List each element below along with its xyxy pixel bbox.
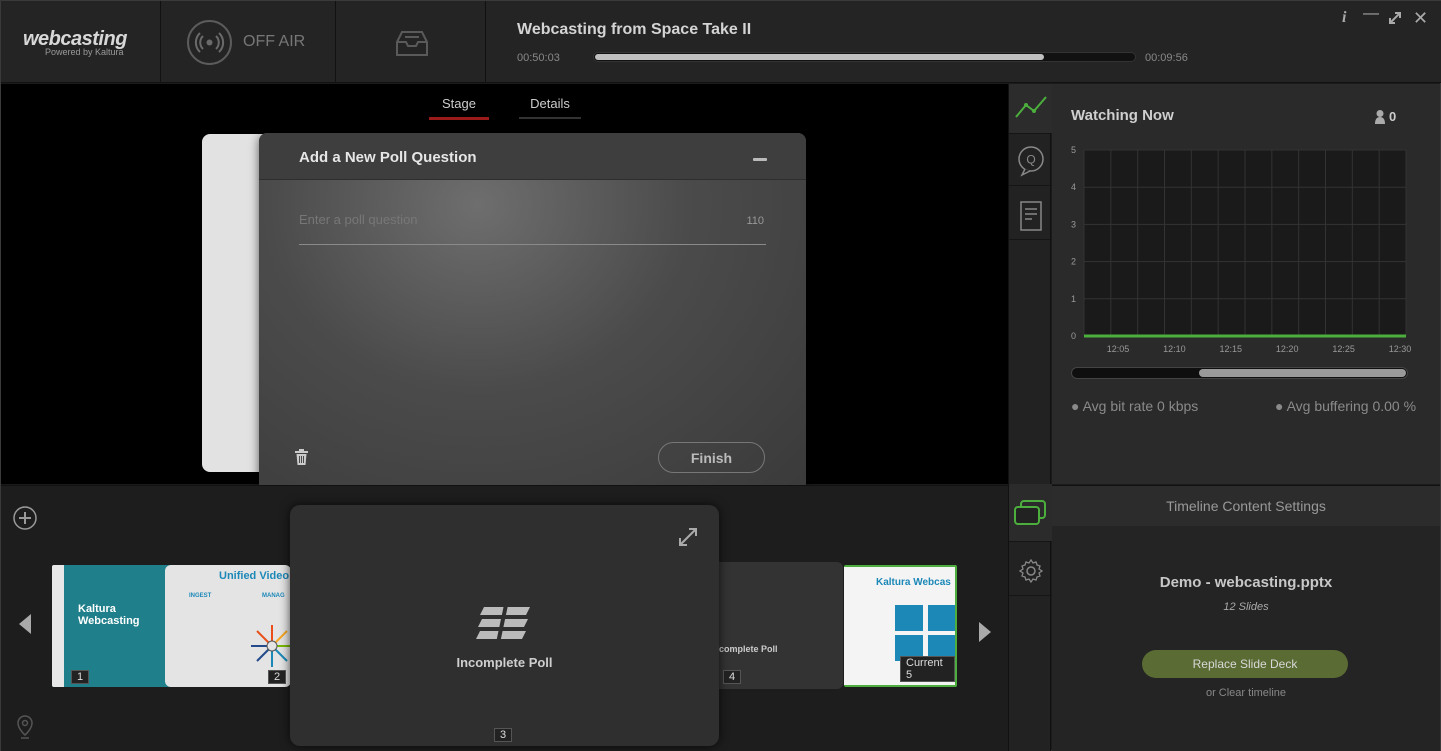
clear-timeline-link[interactable]: or Clear timeline xyxy=(1052,687,1440,699)
chart-x-tick-label: 12:15 xyxy=(1220,344,1243,354)
replace-slide-deck-button[interactable]: Replace Slide Deck xyxy=(1142,650,1348,678)
finish-button[interactable]: Finish xyxy=(658,442,765,473)
info-icon[interactable]: i xyxy=(1342,9,1346,27)
slide-1-title: Kaltura Webcasting xyxy=(78,603,140,627)
slide-4-number: 4 xyxy=(723,670,742,684)
scrollbar-thumb[interactable] xyxy=(1199,369,1406,377)
settings-tab[interactable] xyxy=(1009,544,1052,596)
chart-y-tick-label: 5 xyxy=(1071,145,1076,155)
onair-status: OFF AIR xyxy=(243,33,306,50)
slide-2-title: Unified Video xyxy=(219,570,290,582)
timeline-settings-panel: Timeline Content Settings Demo - webcast… xyxy=(1052,485,1440,751)
timeline-slide-5[interactable]: Kaltura Webcas Current 5 xyxy=(844,565,957,687)
top-bar: webcasting Powered by Kaltura OFF AIR We… xyxy=(1,1,1441,83)
event-title: Webcasting from Space Take II xyxy=(517,21,752,38)
chart-y-tick-label: 1 xyxy=(1071,294,1076,304)
poll-question-field: 110 xyxy=(299,211,766,245)
svg-text:Q: Q xyxy=(1026,153,1035,167)
chart-x-tick-label: 12:25 xyxy=(1332,344,1355,354)
slide-5-current-label: Current 5 xyxy=(900,656,955,682)
poll-icon xyxy=(476,605,530,643)
event-progress-bar xyxy=(593,52,1136,62)
minimize-icon[interactable]: — xyxy=(1363,5,1379,23)
slide-5-title: Kaltura Webcas xyxy=(876,577,951,588)
analytics-tab[interactable] xyxy=(1009,84,1052,134)
logo-subtitle: Powered by Kaltura xyxy=(45,47,124,57)
preview-label: Incomplete Poll xyxy=(456,655,553,670)
slides-icon xyxy=(1014,500,1046,525)
chart-x-tick-label: 12:05 xyxy=(1107,344,1130,354)
elapsed-time: 00:50:03 xyxy=(517,52,560,64)
inbox-icon xyxy=(396,31,428,56)
char-counter: 110 xyxy=(746,215,764,227)
trash-icon[interactable] xyxy=(295,449,308,465)
sunburst-graphic xyxy=(251,625,291,667)
prev-arrow-icon[interactable] xyxy=(17,613,33,635)
side-icon-column: Q xyxy=(1008,84,1052,751)
logo: webcasting Powered by Kaltura xyxy=(1,1,161,83)
location-pin-icon[interactable] xyxy=(16,715,34,739)
slides-tab[interactable] xyxy=(1009,484,1052,542)
qna-icon: Q xyxy=(1018,146,1044,177)
webcasting-app: webcasting Powered by Kaltura OFF AIR We… xyxy=(0,0,1441,751)
poll-title: Add a New Poll Question xyxy=(299,149,477,166)
gear-icon xyxy=(1019,559,1043,583)
next-arrow-icon[interactable] xyxy=(977,621,993,643)
chart-x-tick-label: 12:30 xyxy=(1389,344,1412,354)
chart-x-tick-label: 12:10 xyxy=(1163,344,1186,354)
chart-y-tick-label: 4 xyxy=(1071,182,1076,192)
avg-buffering-text: Avg buffering 0.00 % xyxy=(1286,398,1417,414)
chart-y-tick-label: 2 xyxy=(1071,257,1076,267)
chart-scrollbar[interactable] xyxy=(1071,367,1408,379)
viewers-chart: 0 1 2 3 4 5 12:05 12:10 12:15 12:20 12:25 12:30 xyxy=(1071,145,1412,354)
avg-buffering: ● Avg buffering 0.00 % xyxy=(1275,398,1417,414)
onair-toggle[interactable]: OFF AIR xyxy=(161,1,336,83)
collapse-icon[interactable] xyxy=(753,158,767,161)
viewer-count: 0 xyxy=(1389,109,1397,124)
remaining-time: 00:09:56 xyxy=(1145,52,1188,64)
viewer-icon xyxy=(1375,110,1385,124)
chart-y-tick-label: 3 xyxy=(1071,219,1076,229)
slide-2-ingest: INGEST xyxy=(189,593,212,599)
fullscreen-icon[interactable] xyxy=(1388,11,1402,25)
deck-name: Demo - webcasting.pptx xyxy=(1159,574,1333,591)
poll-question-input[interactable] xyxy=(299,212,719,227)
notes-tab[interactable] xyxy=(1009,190,1052,240)
avg-bitrate: ● Avg bit rate 0 kbps xyxy=(1071,398,1199,414)
watching-now-title: Watching Now xyxy=(1071,107,1174,124)
timeline-settings-header: Timeline Content Settings xyxy=(1052,486,1440,526)
preview-slide-number: 3 xyxy=(494,728,513,742)
add-icon[interactable] xyxy=(13,506,37,530)
expand-icon[interactable] xyxy=(678,527,698,547)
timeline-slide-2[interactable]: Unified Video INGEST MANAG 2 xyxy=(165,565,291,687)
avg-bitrate-text: Avg bit rate 0 kbps xyxy=(1082,398,1199,414)
timeline-strip: Kaltura Webcasting 1 Unified Video INGES… xyxy=(1,485,1008,751)
broadcast-icon xyxy=(187,20,232,65)
chart-y-tick-label: 0 xyxy=(1071,331,1076,341)
poll-dialog: Add a New Poll Question 110 Finish xyxy=(259,133,806,523)
slide-4-title: complete Poll xyxy=(719,644,778,654)
tab-details[interactable]: Details xyxy=(519,96,581,119)
line-chart-icon xyxy=(1015,96,1047,118)
slide-1-number: 1 xyxy=(71,670,90,684)
poll-header: Add a New Poll Question xyxy=(259,133,806,180)
close-icon[interactable]: ✕ xyxy=(1413,8,1428,29)
qna-tab[interactable]: Q xyxy=(1009,136,1052,186)
chart-x-tick-label: 12:20 xyxy=(1276,344,1299,354)
document-icon xyxy=(1020,201,1042,231)
slide-preview[interactable]: Incomplete Poll 3 xyxy=(290,505,719,746)
event-title-area: Webcasting from Space Take II xyxy=(517,21,751,39)
slide-2-number: 2 xyxy=(268,670,287,684)
inbox-button[interactable] xyxy=(336,1,486,83)
slide-2-manage: MANAG xyxy=(262,593,285,599)
progress-fill xyxy=(595,54,1044,60)
tab-stage[interactable]: Stage xyxy=(429,96,489,120)
timeline-slide-1[interactable]: Kaltura Webcasting 1 xyxy=(52,565,172,687)
deck-slide-count: 12 Slides xyxy=(1223,601,1269,613)
analytics-panel: Watching Now 0 0 1 2 3 4 5 12:05 12:10 12:15 12:2… xyxy=(1052,84,1440,484)
